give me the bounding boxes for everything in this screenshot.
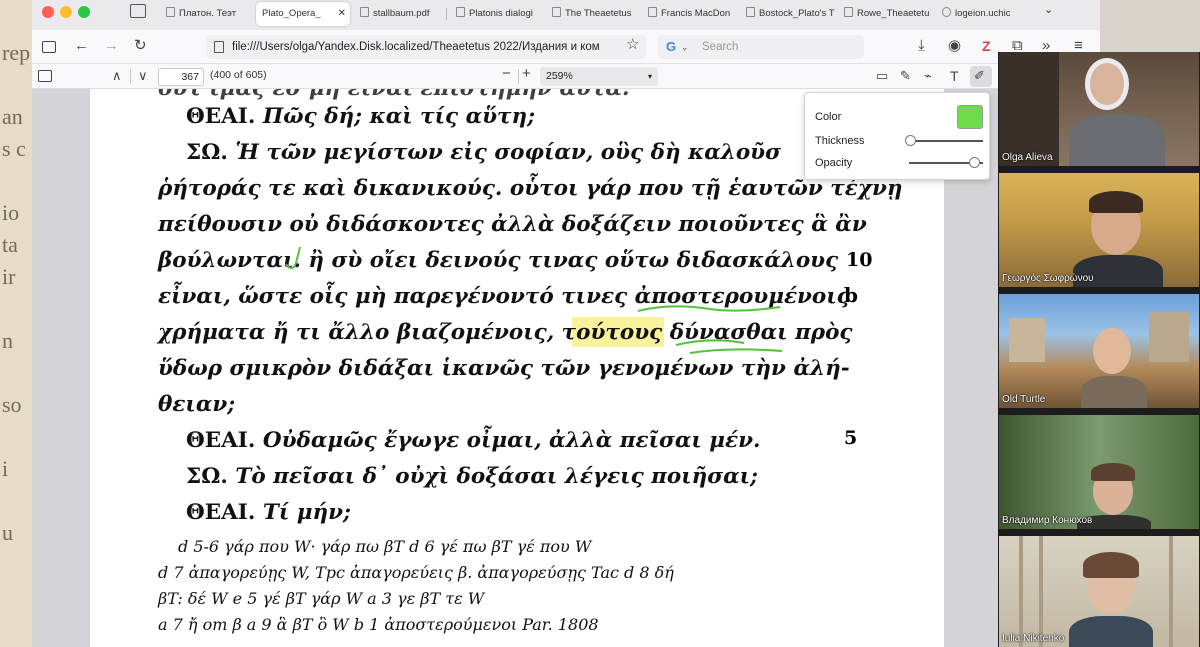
zoom-select[interactable]: 259% ▾ [540, 67, 658, 86]
tab-6[interactable]: Bostock_Plato's T [740, 2, 836, 26]
globe-favicon-icon [942, 7, 951, 17]
account-icon[interactable]: ◉ [948, 38, 961, 54]
text-tool-icon[interactable]: T [950, 68, 959, 84]
background-document: rep an s c io ta ir n so i u [0, 0, 32, 647]
ink-underline [689, 348, 783, 354]
sidebar-toggle-icon[interactable] [42, 41, 56, 53]
page-icon [214, 41, 224, 53]
bookmark-star-icon[interactable]: ☆ [626, 35, 639, 53]
close-window-button[interactable] [42, 6, 54, 18]
thickness-slider-handle[interactable] [905, 135, 916, 146]
url-bar[interactable]: file:///Users/olga/Yandex.Disk.localized… [206, 35, 646, 59]
pdf-sidebar-toggle-icon[interactable] [38, 70, 52, 82]
next-page-icon[interactable]: ∨ [138, 68, 148, 84]
download-icon[interactable]: ⤓ [918, 38, 925, 54]
avatar [1085, 58, 1129, 110]
forward-icon[interactable]: → [104, 38, 119, 54]
apparatus-line: βT: δέ W e 5 γέ βT γάρ W a 3 γε βT τε W [158, 589, 485, 608]
tab-overview-icon[interactable] [130, 4, 146, 18]
participant-tile-0[interactable]: Olga Alieva [999, 52, 1199, 166]
signature-icon[interactable]: ✎ [900, 68, 911, 84]
page-count: (400 of 605) [210, 69, 267, 81]
color-swatch[interactable] [957, 105, 983, 129]
apparatus-line: d 5-6 γάρ που W· γάρ πω βT d 6 γέ πω βT … [178, 537, 592, 556]
pen-icon: ✐ [974, 68, 985, 83]
participant-tile-2[interactable]: Old Turtle [999, 294, 1199, 408]
comment-icon[interactable]: ▭ [876, 68, 888, 84]
tab-3[interactable]: Platonis dialogi [450, 2, 542, 26]
pdf-toolbar: ∧ ∨ 367 (400 of 605) − + 259% ▾ ▭ ✎ ⌁ T ✐ [32, 64, 1100, 89]
tab-1[interactable]: Plato_Opera_ ✕ [256, 2, 350, 26]
google-icon: G [666, 39, 677, 54]
pdf-favicon-icon [648, 7, 657, 17]
draw-settings-popover: Color Thickness Opacity [804, 92, 990, 180]
avatar [1093, 328, 1131, 374]
ink-checkmark [285, 246, 301, 270]
video-call-panel: Olga Alieva Γεωργός Σωφρώνου Old Turtle … [998, 52, 1200, 647]
ink-underline [637, 305, 781, 312]
pdf-favicon-icon [746, 7, 755, 17]
reload-icon[interactable]: ↻ [134, 38, 147, 54]
zoom-out-icon[interactable]: − [502, 66, 511, 82]
tab-5[interactable]: Francis MacDon [642, 2, 738, 26]
previous-page-icon[interactable]: ∧ [112, 68, 122, 84]
browser-window: Платон. Теэт Plato_Opera_ ✕ stallbaum.pdf… [32, 0, 1100, 647]
zoom-in-icon[interactable]: + [522, 66, 531, 82]
ink-underline [675, 339, 745, 346]
search-input[interactable]: G ⌄ Search [658, 35, 864, 59]
pdf-favicon-icon [456, 7, 465, 17]
thickness-track[interactable] [909, 140, 983, 142]
back-icon[interactable]: ← [74, 38, 89, 54]
tab-8[interactable]: logeion.uchic [936, 2, 1036, 26]
margin-line-number: 10 [846, 249, 873, 271]
highlight-icon[interactable]: ⌁ [924, 68, 932, 84]
navigation-bar: ← → ↻ file:///Users/olga/Yandex.Disk.loc… [32, 30, 1100, 64]
margin-section-letter: b [844, 283, 858, 307]
margin-line-number: 5 [844, 427, 858, 449]
tab-0[interactable]: Платон. Теэт [160, 2, 252, 26]
participant-tile-4[interactable]: Iulia Nikitenko [999, 536, 1199, 647]
pdf-favicon-icon [360, 7, 369, 17]
opacity-slider-handle[interactable] [969, 157, 980, 168]
thickness-label: Thickness [815, 135, 865, 147]
color-label: Color [815, 111, 842, 123]
tab-7[interactable]: Rowe_Theaetetu [838, 2, 934, 26]
tab-4[interactable]: The Theaetetus [546, 2, 640, 26]
apparatus-line: a 7 ἤ om β a 9 ἃ βT ὃ W b 1 ἀποστερούμεν… [158, 615, 599, 634]
minimize-window-button[interactable] [60, 6, 72, 18]
extension-z-icon[interactable]: Z [982, 38, 991, 54]
list-all-tabs-icon[interactable]: ⌄ [1044, 3, 1053, 16]
chevron-down-icon: ⌄ [681, 42, 689, 52]
page-number-input[interactable]: 367 [158, 68, 204, 86]
apparatus-line: d 7 ἀπαγορεύῃς W, Tpc ἀπαγορεύεις β. ἀπα… [158, 563, 674, 582]
participant-tile-1[interactable]: Γεωργός Σωφρώνου [999, 173, 1199, 287]
tab-2[interactable]: stallbaum.pdf [354, 2, 444, 26]
pdf-favicon-icon [844, 7, 853, 17]
zoom-window-button[interactable] [78, 6, 90, 18]
pdf-favicon-icon [552, 7, 561, 17]
participant-tile-3[interactable]: Владимир Конюхов [999, 415, 1199, 529]
tab-strip: Платон. Теэт Plato_Opera_ ✕ stallbaum.pdf… [32, 0, 1100, 30]
opacity-label: Opacity [815, 157, 853, 169]
close-tab-icon[interactable]: ✕ [338, 2, 346, 26]
screen: { "tabs": [ {"label": "Платон. Теэт", "a… [0, 0, 1200, 647]
chevron-down-icon: ▾ [647, 72, 652, 81]
tab-favicon-icon [166, 7, 175, 17]
